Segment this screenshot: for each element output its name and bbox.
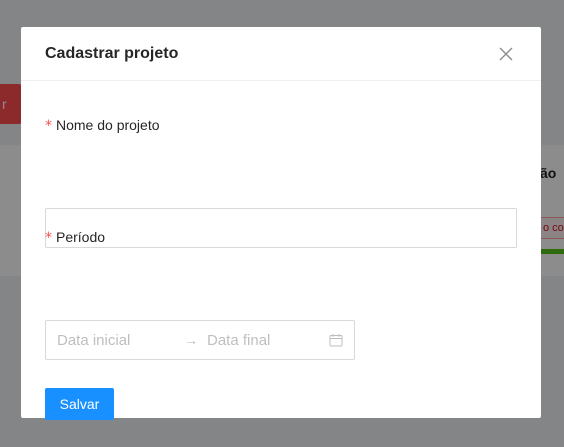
close-button[interactable] — [495, 43, 517, 65]
range-separator-icon: → — [184, 332, 198, 348]
project-name-label-text: Nome do projeto — [56, 117, 160, 133]
project-name-label: * Nome do projeto — [45, 117, 160, 134]
start-date-input[interactable] — [57, 331, 175, 349]
modal-title: Cadastrar projeto — [45, 44, 179, 62]
period-label-text: Período — [56, 229, 106, 245]
end-date-input[interactable] — [207, 331, 325, 349]
modal-header: Cadastrar projeto — [21, 27, 541, 81]
required-mark: * — [45, 230, 52, 246]
save-button[interactable]: Salvar — [45, 388, 114, 420]
date-range-picker[interactable]: → — [45, 320, 355, 360]
close-icon — [499, 47, 513, 60]
period-label: * Período — [45, 229, 105, 246]
project-name-input[interactable] — [45, 208, 517, 248]
calendar-icon — [329, 334, 343, 347]
required-mark: * — [45, 118, 52, 134]
modal-dialog: Cadastrar projeto * Nome do projeto * Perí… — [21, 27, 541, 420]
